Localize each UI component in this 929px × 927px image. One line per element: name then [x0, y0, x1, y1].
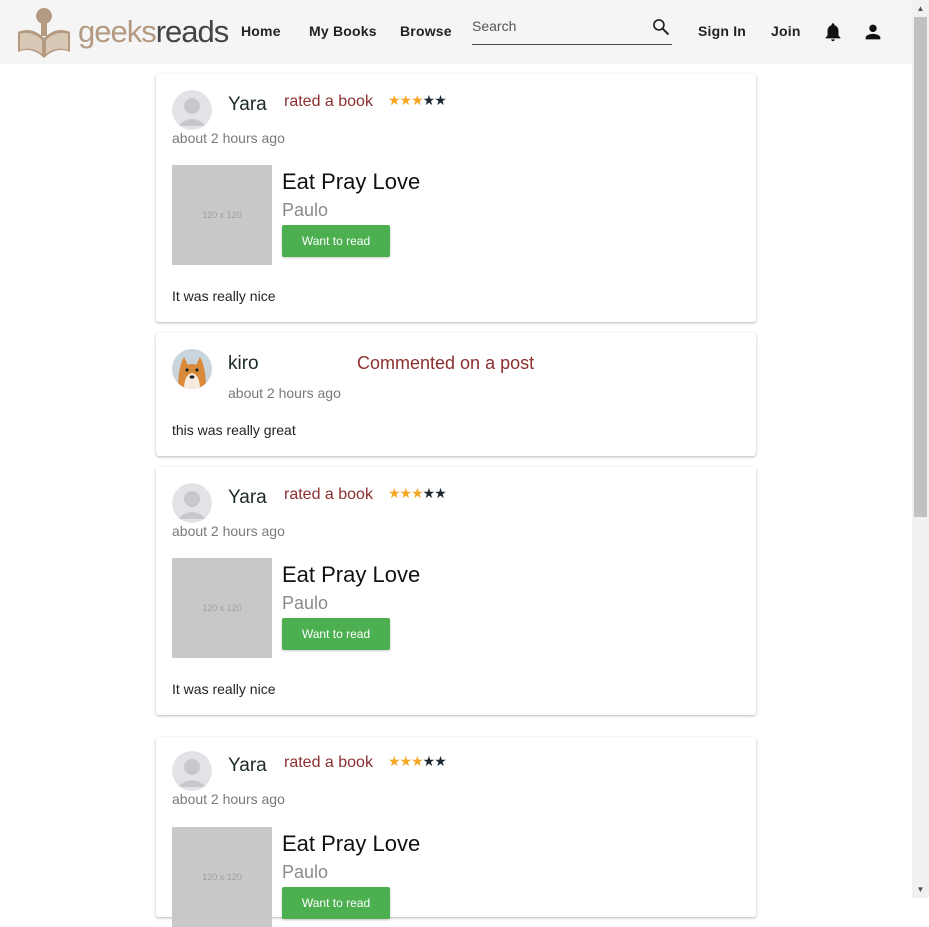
- search-icon[interactable]: [651, 17, 671, 37]
- avatar[interactable]: [172, 751, 212, 791]
- comment-text: this was really great: [172, 422, 296, 438]
- want-to-read-button[interactable]: Want to read: [282, 887, 390, 919]
- book-cover[interactable]: 120 x 120: [172, 558, 272, 658]
- scroll-down-arrow-icon[interactable]: ▼: [912, 881, 929, 898]
- want-to-read-button[interactable]: Want to read: [282, 618, 390, 650]
- book-title[interactable]: Eat Pray Love: [282, 562, 420, 588]
- sign-in-link[interactable]: Sign In: [698, 20, 746, 42]
- logo-icon: [18, 8, 70, 58]
- logo[interactable]: geeksreads: [14, 4, 229, 62]
- search-box: [472, 10, 672, 45]
- book-author[interactable]: Paulo: [282, 200, 328, 221]
- timestamp: about 2 hours ago: [228, 385, 341, 401]
- brand-part-geeks: geeks: [78, 14, 157, 49]
- default-avatar-icon: [172, 483, 212, 523]
- navbar: geeksreads Home My Books Browse Sign In …: [0, 0, 912, 64]
- logo-text: geeksreads: [78, 12, 230, 52]
- activity-action: rated a book: [284, 486, 373, 503]
- search-input[interactable]: [472, 16, 642, 36]
- username[interactable]: Yara: [228, 487, 267, 509]
- nav-browse-link[interactable]: Browse: [400, 20, 452, 42]
- timestamp: about 2 hours ago: [172, 791, 285, 807]
- join-link[interactable]: Join: [771, 20, 801, 42]
- brand-part-reads: reads: [155, 14, 230, 49]
- feed-card: Yara rated a book ★★★★★ about 2 hours ag…: [156, 74, 756, 322]
- activity-action: rated a book: [284, 93, 373, 110]
- star-rating: ★★★★★: [388, 753, 447, 769]
- bell-icon[interactable]: [822, 21, 844, 43]
- username[interactable]: Yara: [228, 94, 267, 116]
- book-author[interactable]: Paulo: [282, 593, 328, 614]
- avatar[interactable]: [172, 483, 212, 523]
- nav-my-books-link[interactable]: My Books: [309, 20, 377, 42]
- user-icon[interactable]: [862, 21, 884, 43]
- review-text: It was really nice: [172, 681, 276, 697]
- default-avatar-icon: [172, 751, 212, 791]
- book-author[interactable]: Paulo: [282, 862, 328, 883]
- username[interactable]: Yara: [228, 755, 267, 777]
- want-to-read-button[interactable]: Want to read: [282, 225, 390, 257]
- dog-avatar-icon: [172, 349, 212, 389]
- feed-card: Yara rated a book ★★★★★ about 2 hours ag…: [156, 467, 756, 715]
- activity-action: rated a book: [284, 754, 373, 771]
- activity-action: Commented on a post: [357, 353, 535, 373]
- username[interactable]: kiro: [228, 353, 259, 375]
- avatar[interactable]: [172, 90, 212, 130]
- book-title[interactable]: Eat Pray Love: [282, 831, 420, 857]
- book-cover[interactable]: 120 x 120: [172, 827, 272, 927]
- book-cover[interactable]: 120 x 120: [172, 165, 272, 265]
- avatar[interactable]: [172, 349, 212, 389]
- scrollbar[interactable]: ▲ ▼: [912, 0, 929, 898]
- default-avatar-icon: [172, 90, 212, 130]
- nav-home-link[interactable]: Home: [241, 20, 281, 42]
- star-rating: ★★★★★: [388, 92, 447, 108]
- star-rating: ★★★★★: [388, 485, 447, 501]
- feed-card: Yara rated a book ★★★★★ about 2 hours ag…: [156, 737, 756, 927]
- timestamp: about 2 hours ago: [172, 523, 285, 539]
- feed-card: kiro Commented on a post about 2 hours a…: [156, 333, 756, 456]
- scroll-up-arrow-icon[interactable]: ▲: [912, 0, 929, 17]
- book-title[interactable]: Eat Pray Love: [282, 169, 420, 195]
- review-text: It was really nice: [172, 288, 276, 304]
- scroll-thumb[interactable]: [914, 17, 927, 517]
- timestamp: about 2 hours ago: [172, 130, 285, 146]
